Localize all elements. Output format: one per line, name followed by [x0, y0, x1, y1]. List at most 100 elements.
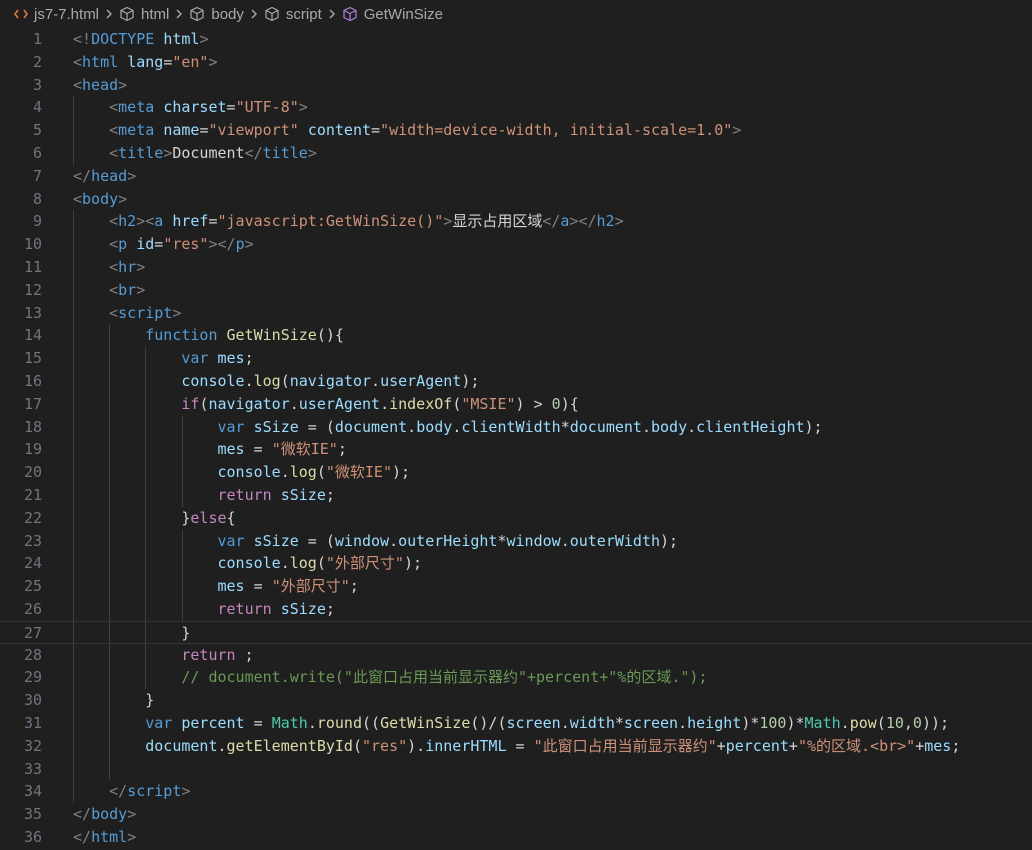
- breadcrumb-item-label: GetWinSize: [363, 5, 443, 23]
- code-editor[interactable]: 1 <!DOCTYPE html> 2 <html lang="en"> 3 <head>…: [0, 28, 1032, 850]
- code-token: outerHeight: [398, 531, 498, 550]
- code-line[interactable]: 3 <head>: [0, 74, 1032, 97]
- code-token: =: [163, 52, 173, 71]
- html-file-icon: [14, 8, 28, 20]
- chevron-right-icon: [105, 8, 113, 20]
- code-line[interactable]: 18 var sSize = (document.body.clientWidt…: [0, 416, 1032, 439]
- code-line[interactable]: 7 </head>: [0, 165, 1032, 188]
- code-text: var sSize = (document.body.clientWidth*d…: [73, 416, 823, 439]
- code-token: title: [118, 144, 164, 162]
- code-line[interactable]: 24 console.log("外部尺寸");: [0, 552, 1032, 575]
- code-line[interactable]: 35 </body>: [0, 803, 1032, 826]
- code-text: <head>: [73, 74, 127, 97]
- code-token: document: [569, 417, 642, 436]
- code-line[interactable]: 11 <hr>: [0, 256, 1032, 279]
- code-token: )*: [786, 714, 805, 732]
- line-number: 7: [32, 166, 42, 185]
- code-text: <h2><a href="javascript:GetWinSize()">显示…: [73, 210, 623, 233]
- code-line[interactable]: 33: [0, 758, 1032, 781]
- code-line[interactable]: 9 <h2><a href="javascript:GetWinSize()">…: [0, 210, 1032, 233]
- code-token: >: [172, 303, 182, 322]
- code-token: .: [380, 394, 390, 413]
- line-number: 35: [23, 805, 42, 824]
- code-line[interactable]: 4 <meta charset="UTF-8">: [0, 96, 1032, 119]
- code-text: <html lang="en">: [73, 51, 218, 74]
- line-number: 31: [23, 714, 42, 732]
- code-token: mes: [924, 736, 952, 755]
- code-line[interactable]: 13 <script>: [0, 302, 1032, 325]
- code-token: mes: [217, 440, 245, 459]
- code-line[interactable]: 22 }else{: [0, 507, 1032, 530]
- code-line[interactable]: 36 </html>: [0, 826, 1032, 849]
- breadcrumb-file-label: js7-7.html: [34, 5, 100, 23]
- code-token: lang: [127, 52, 164, 71]
- code-line[interactable]: 2 <html lang="en">: [0, 51, 1032, 74]
- breadcrumb-file[interactable]: js7-7.html: [14, 6, 99, 23]
- code-line[interactable]: 14 function GetWinSize(){: [0, 324, 1032, 347]
- code-line[interactable]: 19 mes = "微软IE";: [0, 438, 1032, 461]
- code-token: screen: [506, 714, 561, 732]
- line-number: 32: [23, 736, 42, 755]
- code-token: ></: [569, 212, 597, 231]
- code-token: >: [208, 52, 218, 71]
- code-text: </script>: [73, 780, 190, 803]
- code-token: .: [560, 531, 570, 550]
- code-line[interactable]: 27 }: [0, 620, 1032, 645]
- code-token: sSize: [253, 417, 299, 436]
- code-token: "此窗口占用当前显示器约": [533, 736, 717, 755]
- code-line[interactable]: 23 var sSize = (window.outerHeight*windo…: [0, 530, 1032, 553]
- code-line[interactable]: 10 <p id="res"></p>: [0, 233, 1032, 256]
- code-token: outerWidth: [569, 531, 661, 550]
- code-line[interactable]: 12 <br>: [0, 279, 1032, 302]
- code-token: +: [915, 736, 925, 755]
- code-token: clientHeight: [696, 417, 805, 436]
- code-token: pow: [849, 714, 877, 732]
- code-token: <: [109, 121, 119, 140]
- code-token: "UTF-8": [235, 98, 299, 117]
- breadcrumb-item-script[interactable]: script: [264, 6, 322, 23]
- code-line[interactable]: 26 return sSize;: [0, 598, 1032, 621]
- breadcrumb-item-body[interactable]: body: [189, 6, 244, 23]
- code-token: >: [163, 144, 173, 162]
- code-line[interactable]: 17 if(navigator.userAgent.indexOf("MSIE"…: [0, 393, 1032, 416]
- code-line[interactable]: 15 var mes;: [0, 347, 1032, 370]
- code-line[interactable]: 8 <body>: [0, 188, 1032, 211]
- breadcrumb-item-html[interactable]: html: [119, 6, 169, 23]
- code-line[interactable]: 29 // document.write("此窗口占用当前显示器约"+perce…: [0, 666, 1032, 689]
- code-line[interactable]: 21 return sSize;: [0, 484, 1032, 507]
- code-token: h2: [118, 212, 137, 231]
- code-token: <: [109, 303, 119, 322]
- code-line[interactable]: 30 }: [0, 689, 1032, 712]
- code-token: >: [732, 121, 742, 140]
- code-line[interactable]: 25 mes = "外部尺寸";: [0, 575, 1032, 598]
- code-line[interactable]: 32 document.getElementById("res").innerH…: [0, 735, 1032, 758]
- line-number: 20: [23, 463, 42, 482]
- code-token: .: [452, 417, 462, 436]
- code-line[interactable]: 20 console.log("微软IE");: [0, 461, 1032, 484]
- code-text: }: [73, 622, 190, 645]
- code-text: console.log(navigator.userAgent);: [73, 370, 479, 393]
- code-token: );: [403, 554, 422, 573]
- code-token: Document: [172, 144, 245, 162]
- code-text: mes = "微软IE";: [73, 438, 347, 461]
- breadcrumb-item-function[interactable]: GetWinSize: [342, 6, 443, 23]
- code-token: <: [109, 258, 119, 276]
- code-token: <: [73, 75, 83, 94]
- code-token: log: [253, 372, 281, 390]
- code-line[interactable]: 28 return ;: [0, 644, 1032, 667]
- code-token: =: [244, 714, 272, 732]
- code-line[interactable]: 5 <meta name="viewport" content="width=d…: [0, 119, 1032, 142]
- code-line[interactable]: 31 var percent = Math.round((GetWinSize(…: [0, 712, 1032, 735]
- breadcrumb: js7-7.html html body script GetWinSize: [0, 0, 1032, 28]
- code-line[interactable]: 16 console.log(navigator.userAgent);: [0, 370, 1032, 393]
- code-text: console.log("微软IE");: [73, 461, 411, 484]
- code-token: body: [82, 189, 119, 208]
- code-line[interactable]: 1 <!DOCTYPE html>: [0, 28, 1032, 51]
- code-token: p: [118, 235, 128, 254]
- code-line[interactable]: 34 </script>: [0, 780, 1032, 803]
- code-line[interactable]: 6 <title>Document</title>: [0, 142, 1032, 165]
